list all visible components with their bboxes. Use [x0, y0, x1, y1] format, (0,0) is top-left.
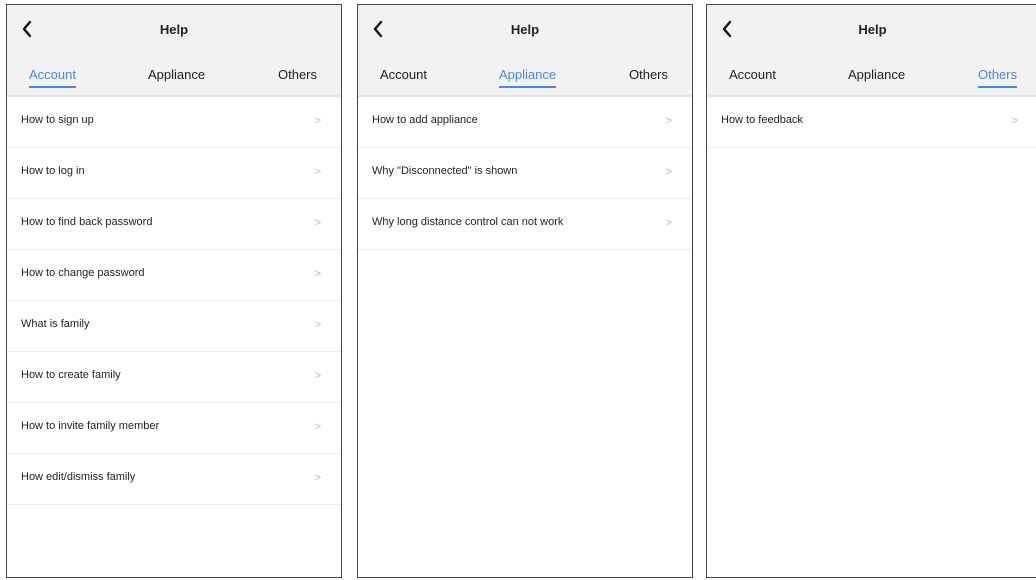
list-item-label: How to create family	[21, 369, 121, 381]
header: Help	[358, 5, 692, 57]
help-screen-appliance: Help Account Appliance Others How to add app…	[357, 4, 693, 578]
list-item[interactable]: How to change password >	[7, 250, 341, 301]
chevron-right-icon: >	[665, 166, 672, 178]
list-item-label: How to feedback	[721, 114, 803, 126]
tab-label: Account	[729, 67, 776, 82]
list-item-label: How to sign up	[21, 114, 94, 126]
help-topic-list: How to add appliance > Why "Disconnected" …	[358, 97, 692, 250]
list-item[interactable]: Why long distance control can not work >	[358, 199, 692, 250]
help-topic-list: How to sign up > How to log in > How to find…	[7, 97, 341, 505]
list-item-label: How to find back password	[21, 216, 153, 228]
tab-label: Others	[278, 67, 318, 82]
list-item-label: How to change password	[21, 267, 145, 279]
chevron-right-icon: >	[314, 319, 321, 331]
page-title: Help	[858, 22, 887, 37]
list-item[interactable]: How to feedback >	[707, 97, 1036, 148]
chevron-right-icon: >	[314, 370, 321, 382]
tab-label: Account	[380, 67, 427, 82]
chevron-right-icon: >	[314, 217, 321, 229]
tab-label: Others	[978, 67, 1018, 82]
tab-label: Account	[29, 67, 76, 82]
list-item[interactable]: How to create family >	[7, 352, 341, 403]
tab-account[interactable]: Account	[380, 67, 427, 82]
tab-label: Appliance	[499, 67, 557, 82]
active-tab-underline	[978, 86, 1018, 88]
tab-label: Appliance	[848, 67, 906, 82]
list-item[interactable]: How to find back password >	[7, 199, 341, 250]
help-topic-list: How to feedback >	[707, 97, 1036, 148]
list-item[interactable]: How to add appliance >	[358, 97, 692, 148]
tab-others[interactable]: Others	[978, 67, 1018, 88]
active-tab-underline	[29, 86, 76, 88]
list-item-label: Why "Disconnected" is shown	[372, 165, 518, 177]
chevron-right-icon: >	[314, 166, 321, 178]
list-item[interactable]: How to log in >	[7, 148, 341, 199]
tab-others[interactable]: Others	[629, 67, 668, 82]
list-item[interactable]: What is family >	[7, 301, 341, 352]
header: Help	[707, 5, 1036, 57]
list-item-label: Why long distance control can not work	[372, 216, 564, 228]
tab-label: Appliance	[148, 67, 206, 82]
chevron-right-icon: >	[665, 217, 672, 229]
help-screen-account: Help Account Appliance Others How to sign up…	[6, 4, 342, 578]
tab-account[interactable]: Account	[29, 67, 76, 88]
chevron-right-icon: >	[314, 472, 321, 484]
list-item[interactable]: How to sign up >	[7, 97, 341, 148]
tab-others[interactable]: Others	[278, 67, 317, 82]
chevron-right-icon: >	[1011, 115, 1018, 127]
chevron-right-icon: >	[314, 268, 321, 280]
list-item-label: How to invite family member	[21, 420, 160, 432]
active-tab-underline	[499, 86, 557, 88]
tab-appliance[interactable]: Appliance	[499, 67, 557, 88]
chevron-right-icon: >	[314, 115, 321, 127]
tab-label: Others	[629, 67, 669, 82]
list-item-label: How to log in	[21, 165, 85, 177]
page-title: Help	[510, 22, 540, 37]
list-item-label: How edit/dismiss family	[21, 471, 136, 483]
tab-bar: Account Appliance Others	[358, 57, 692, 97]
list-item[interactable]: How to invite family member >	[7, 403, 341, 454]
tab-account[interactable]: Account	[729, 67, 776, 82]
chevron-right-icon: >	[314, 421, 321, 433]
help-screen-others: Help Account Appliance Others How to feedbac…	[706, 4, 1036, 578]
page-title: Help	[159, 22, 189, 37]
list-item-label: What is family	[21, 318, 90, 330]
header: Help	[7, 5, 341, 57]
tab-bar: Account Appliance Others	[707, 57, 1036, 97]
list-item-label: How to add appliance	[372, 114, 478, 126]
chevron-right-icon: >	[665, 115, 672, 127]
list-item[interactable]: How edit/dismiss family >	[7, 454, 341, 505]
tab-appliance[interactable]: Appliance	[848, 67, 905, 82]
list-item[interactable]: Why "Disconnected" is shown >	[358, 148, 692, 199]
tab-bar: Account Appliance Others	[7, 57, 341, 97]
tab-appliance[interactable]: Appliance	[148, 67, 205, 82]
